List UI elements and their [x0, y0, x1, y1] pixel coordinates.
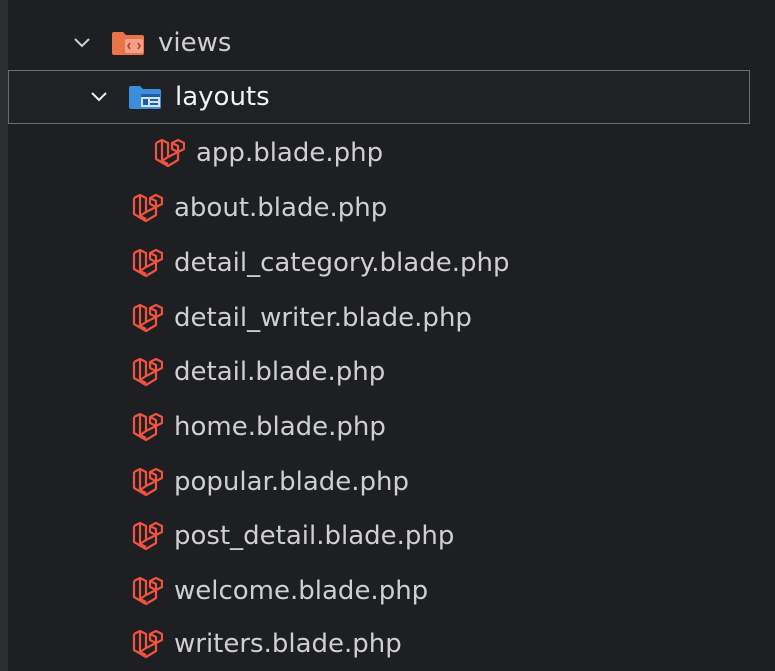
tree-item-label: welcome.blade.php — [174, 576, 429, 606]
laravel-blade-icon — [130, 465, 164, 499]
tree-item-layouts[interactable]: layouts — [8, 70, 750, 124]
tree-item-file[interactable]: detail_category.blade.php — [8, 236, 775, 290]
laravel-blade-icon — [130, 191, 164, 225]
tree-item-file[interactable]: writers.blade.php — [8, 617, 775, 671]
chevron-down-icon[interactable] — [72, 33, 92, 53]
tree-item-label: detail.blade.php — [174, 357, 386, 387]
laravel-blade-icon — [130, 519, 164, 553]
tree-item-label: popular.blade.php — [174, 467, 410, 497]
laravel-blade-icon — [152, 136, 186, 170]
laravel-blade-icon — [130, 246, 164, 280]
tree-item-file[interactable]: popular.blade.php — [8, 455, 775, 509]
tree-item-label: writers.blade.php — [174, 629, 402, 659]
tree-item-file[interactable]: detail_writer.blade.php — [8, 291, 775, 345]
tree-item-label: detail_category.blade.php — [174, 248, 510, 278]
explorer-gutter — [0, 0, 8, 671]
tree-item-label: app.blade.php — [196, 138, 384, 168]
tree-item-views[interactable]: views — [8, 16, 775, 70]
tree-item-file[interactable]: detail.blade.php — [8, 345, 775, 399]
laravel-blade-icon — [130, 301, 164, 335]
tree-item-file[interactable]: home.blade.php — [8, 400, 775, 454]
laravel-blade-icon — [130, 410, 164, 444]
chevron-down-icon[interactable] — [89, 87, 109, 107]
tree-item-label: about.blade.php — [174, 193, 388, 223]
layouts-folder-icon — [127, 83, 163, 111]
tree-item-file[interactable]: welcome.blade.php — [8, 564, 775, 618]
tree-item-file[interactable]: about.blade.php — [8, 181, 775, 235]
laravel-blade-icon — [130, 574, 164, 608]
tree-item-file[interactable]: post_detail.blade.php — [8, 509, 775, 563]
tree-item-label: views — [158, 28, 232, 58]
tree-item-label: layouts — [175, 82, 270, 112]
tree-item-label: detail_writer.blade.php — [174, 303, 472, 333]
tree-item-file[interactable]: app.blade.php — [8, 126, 775, 180]
tree-item-label: post_detail.blade.php — [174, 521, 455, 551]
file-explorer: views layouts app.blade.php about.blade.… — [0, 0, 775, 671]
views-folder-icon — [110, 29, 146, 57]
tree-item-label: home.blade.php — [174, 412, 386, 442]
laravel-blade-icon — [130, 627, 164, 661]
laravel-blade-icon — [130, 355, 164, 389]
